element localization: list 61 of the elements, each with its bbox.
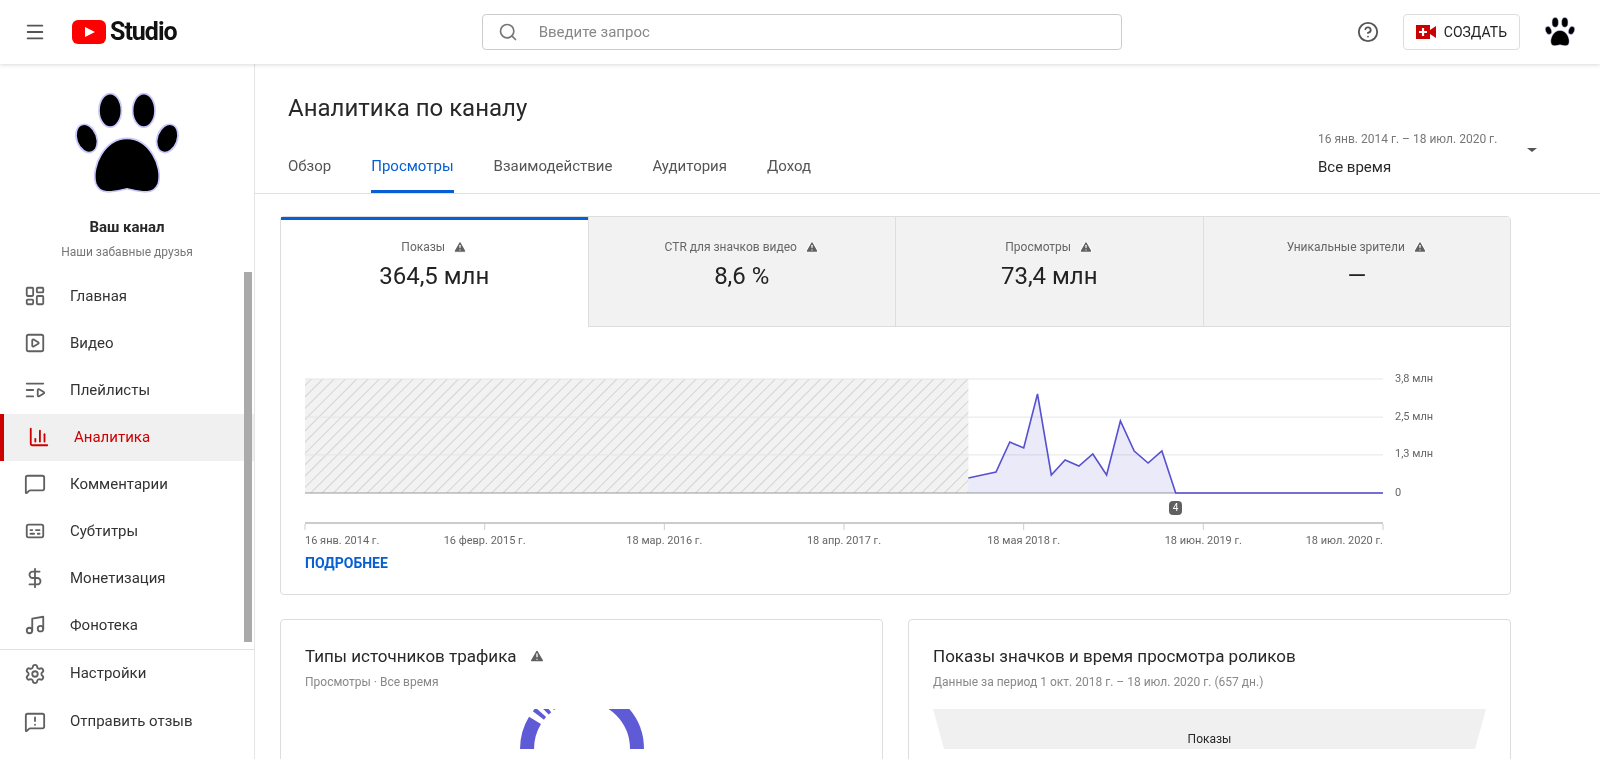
x-axis-label: 18 июн. 2019 г. xyxy=(1164,532,1242,549)
nav-item[interactable]: Комментарии xyxy=(0,460,254,508)
comment-icon xyxy=(24,473,46,495)
metric-tab[interactable]: Уникальные зрители — xyxy=(1202,216,1510,327)
help-icon[interactable] xyxy=(1356,21,1379,43)
warning-icon xyxy=(1079,239,1094,254)
x-axis-label: 18 мая 2018 г. xyxy=(987,532,1061,549)
metric-tab[interactable]: CTR для значков видео 8,6 % xyxy=(587,216,895,327)
settings-icon xyxy=(24,662,46,685)
funnel-bar: Показы xyxy=(933,709,1486,749)
nav-item[interactable]: Видео xyxy=(0,319,254,367)
tab[interactable]: Обзор xyxy=(288,155,332,193)
video-icon xyxy=(24,332,46,354)
nav-item[interactable]: Фонотека xyxy=(0,601,254,649)
x-axis-label: 18 мар. 2016 г. xyxy=(626,532,703,549)
search-field[interactable]: Введите запрос xyxy=(481,14,1122,50)
warning-icon xyxy=(453,239,468,254)
nav-item[interactable]: Субтитры xyxy=(0,507,254,555)
card-subtitle: Просмотры · Все время xyxy=(305,674,440,691)
marker-badge: 4 xyxy=(1168,500,1183,515)
channel-name: Ваш канал xyxy=(89,217,165,238)
card-title: Типы источников трафика xyxy=(305,644,517,668)
more-link[interactable]: ПОДРОБНЕЕ xyxy=(305,552,388,574)
x-axis-label: 16 февр. 2015 г. xyxy=(443,532,526,549)
create-button[interactable]: СОЗДАТЬ xyxy=(1402,14,1520,50)
y-axis-label: 0 xyxy=(1395,484,1402,501)
nav-item[interactable]: Главная xyxy=(0,272,254,320)
date-range-dropdown[interactable]: 16 янв. 2014 г. – 18 июл. 2020 г. Все время xyxy=(1318,130,1540,179)
search-icon xyxy=(497,22,518,42)
y-axis-label: 1,3 млн xyxy=(1395,446,1434,463)
y-axis-label: 2,5 млн xyxy=(1395,408,1434,425)
tab[interactable]: Просмотры xyxy=(371,155,454,193)
play-logo-icon xyxy=(72,20,106,44)
nav-item[interactable]: Отправить отзыв xyxy=(0,697,254,746)
warning-icon xyxy=(1412,239,1427,254)
dashboard-icon xyxy=(24,285,46,307)
camera-plus-icon xyxy=(1415,25,1436,39)
nav-item[interactable]: Монетизация xyxy=(0,554,254,602)
x-axis-label: 18 апр. 2017 г. xyxy=(806,532,882,549)
nav-item[interactable]: Аналитика xyxy=(0,413,254,461)
music-icon xyxy=(24,614,46,636)
page-title: Аналитика по каналу xyxy=(288,93,529,124)
x-axis-label: 16 янв. 2014 г. xyxy=(305,532,380,549)
warning-icon xyxy=(528,648,545,665)
nav-item[interactable]: Настройки xyxy=(0,649,254,698)
tab[interactable]: Доход xyxy=(767,155,812,193)
metric-tab[interactable]: Просмотры 73,4 млн xyxy=(895,216,1203,327)
card-title: Показы значков и время просмотра роликов xyxy=(933,644,1297,668)
nav-item[interactable]: Плейлисты xyxy=(0,366,254,414)
scrollbar[interactable] xyxy=(244,272,252,642)
tab[interactable]: Аудитория xyxy=(652,155,727,193)
channel-subtitle: Наши забавные друзья xyxy=(61,243,193,261)
card-subtitle: Данные за период 1 окт. 2018 г. – 18 июл. 2020 г. (657 дн.) xyxy=(933,674,1265,691)
x-axis-label: 18 июл. 2020 г. xyxy=(1305,532,1383,549)
warning-icon xyxy=(804,239,819,254)
logo-text: Studio xyxy=(110,16,177,49)
avatar-paw-icon xyxy=(1544,16,1576,48)
analytics-icon xyxy=(28,426,50,448)
tab[interactable]: Взаимодействие xyxy=(493,155,613,193)
y-axis-label: 3,8 млн xyxy=(1395,370,1434,387)
feedback-icon xyxy=(24,710,46,733)
